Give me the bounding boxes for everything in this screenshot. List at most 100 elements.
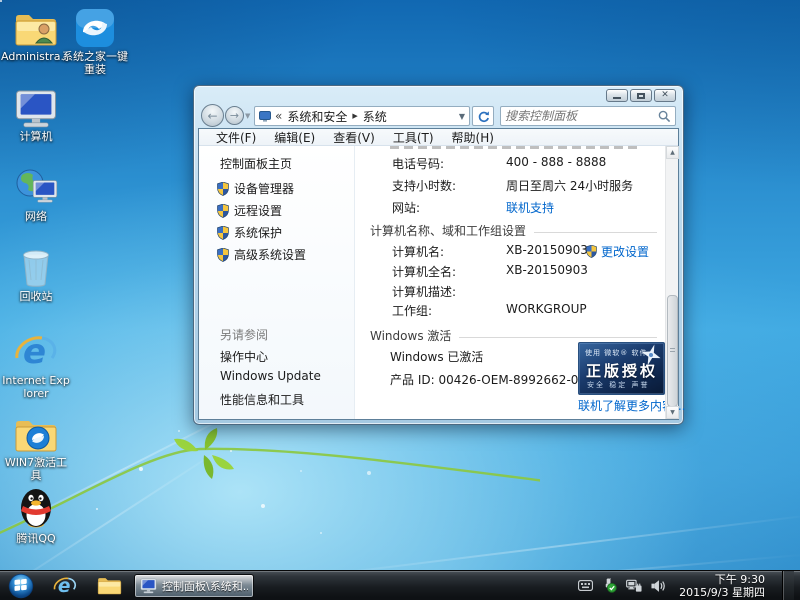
menu-tools[interactable]: 工具(T) [384, 129, 443, 146]
computer-name-value: XB-20150903 [506, 243, 588, 257]
onekey-app-icon [60, 4, 130, 48]
desktop-icon-label: 网络 [1, 210, 71, 223]
desktop-icon-label: Internet Explorer [1, 374, 71, 400]
activation-status: Windows 已激活 [390, 348, 483, 365]
sidebar-item-device-manager[interactable]: 设备管理器 [217, 180, 294, 197]
breadcrumb-dropdown-icon[interactable]: ▼ [459, 112, 465, 121]
control-panel-sidebar: 控制面板主页 设备管理器 远程设置 系统保护 高级系统设置 另请参阅 [199, 146, 355, 419]
maximize-icon [637, 93, 645, 99]
wallpaper-sparkles [0, 0, 2, 2]
qq-penguin-icon [1, 486, 71, 530]
workgroup-value: WORKGROUP [506, 302, 587, 316]
network-status-icon[interactable] [626, 579, 642, 593]
desktop-icon-network[interactable]: 网络 [1, 164, 71, 223]
minimize-button[interactable] [606, 89, 628, 102]
uac-shield-icon [586, 245, 597, 258]
system-page-icon [259, 111, 271, 122]
clock-date: 2015/9/3 星期四 [679, 586, 765, 599]
search-input[interactable] [505, 109, 658, 123]
search-icon [658, 110, 671, 123]
forward-button[interactable]: → [225, 106, 244, 125]
sidebar-item-label: 远程设置 [234, 202, 282, 219]
desktop-icon-recycle-bin[interactable]: 回收站 [1, 244, 71, 303]
sidebar-item-control-panel-home[interactable]: 控制面板主页 [220, 155, 292, 172]
sidebar-item-label: 系统保护 [234, 224, 282, 241]
desktop-icon-label: 计算机 [1, 130, 71, 143]
online-support-link[interactable]: 联机支持 [506, 199, 554, 216]
desktop-icon-label: 系统之家一键重装 [60, 50, 130, 76]
sidebar-item-action-center[interactable]: 操作中心 [220, 348, 268, 365]
breadcrumb-separator-icon: ▶ [352, 112, 357, 120]
refresh-button[interactable] [472, 106, 494, 126]
recent-pages-dropdown[interactable]: ▼ [245, 112, 250, 120]
taskbar-clock[interactable]: 下午 9:30 2015/9/3 星期四 [675, 573, 773, 599]
sidebar-item-windows-update[interactable]: Windows Update [220, 369, 321, 383]
system-info-panel: 电话号码: 400 - 888 - 8888 支持小时数: 周日至周六 24小时… [356, 146, 665, 419]
address-breadcrumb[interactable]: « 系统和安全 ▶ 系统 ▼ [254, 106, 470, 126]
desktop-icon-label: 腾讯QQ [1, 532, 71, 545]
desktop-icon-label: WIN7激活工具 [1, 456, 71, 482]
refresh-icon [477, 110, 490, 123]
uac-shield-icon [217, 204, 229, 218]
change-settings-link[interactable]: 更改设置 [586, 243, 649, 260]
folder-icon [97, 575, 122, 596]
sidebar-item-remote-settings[interactable]: 远程设置 [217, 202, 282, 219]
scroll-down-button[interactable]: ▼ [666, 406, 679, 419]
sidebar-item-advanced-system-settings[interactable]: 高级系统设置 [217, 246, 306, 263]
taskbar-explorer-button[interactable] [92, 573, 126, 599]
menu-bar: 文件(F) 编辑(E) 查看(V) 工具(T) 帮助(H) [199, 129, 678, 146]
scrollbar-thumb[interactable] [667, 295, 678, 407]
taskbar-task-control-panel-system[interactable]: 控制面板\系统和... [134, 574, 254, 598]
computer-fullname-value: XB-20150903 [506, 263, 588, 277]
navigation-bar: ← → ▼ « 系统和安全 ▶ 系统 ▼ [194, 104, 683, 128]
system-control-panel-window: ✕ ← → ▼ « 系统和安全 ▶ 系统 ▼ [193, 85, 684, 425]
desktop-icon-win7-activation-tool[interactable]: WIN7激活工具 [1, 410, 71, 482]
scrollbar-grip [670, 348, 675, 354]
task-label: 控制面板\系统和... [162, 578, 248, 594]
maximize-button[interactable] [630, 89, 652, 102]
breadcrumb-item-system[interactable]: 系统 [363, 108, 387, 125]
phone-value: 400 - 888 - 8888 [506, 155, 606, 169]
input-method-icon[interactable] [578, 580, 593, 591]
system-window-icon [140, 578, 157, 594]
vertical-scrollbar[interactable]: ▲ ▼ [665, 146, 678, 419]
sidebar-item-system-protection[interactable]: 系统保护 [217, 224, 282, 241]
desktop-icon-onekey-reinstall[interactable]: 系统之家一键重装 [60, 4, 130, 76]
desktop-icon-computer[interactable]: 计算机 [1, 84, 71, 143]
breadcrumb-prefix[interactable]: « [275, 109, 282, 123]
minimize-icon [613, 97, 621, 99]
support-hours-label: 支持小时数: [392, 177, 456, 194]
desktop: Administra... 系统之家一键重装 计算机 网络 [0, 0, 800, 600]
genuine-microsoft-badge[interactable]: 使用 微软® 软件 正版授权 安全 稳定 声誉 [578, 342, 665, 395]
sidebar-item-label: 设备管理器 [234, 180, 294, 197]
scroll-up-button[interactable]: ▲ [666, 146, 679, 159]
clipped-text-row [390, 146, 640, 149]
sidebar-item-performance-tools[interactable]: 性能信息和工具 [220, 391, 304, 408]
breadcrumb-item-security[interactable]: 系统和安全 [287, 108, 347, 125]
close-button[interactable]: ✕ [654, 89, 676, 102]
badge-bottom-text: 安全 稳定 声誉 [587, 380, 649, 390]
window-client-area: 文件(F) 编辑(E) 查看(V) 工具(T) 帮助(H) 控制面板主页 设备管… [198, 128, 679, 420]
show-desktop-button[interactable] [782, 571, 794, 600]
search-box[interactable] [500, 106, 676, 126]
support-hours-value: 周日至周六 24小时服务 [506, 177, 633, 194]
badge-main-text: 正版授权 [586, 360, 658, 381]
start-button[interactable] [4, 573, 38, 599]
taskbar-ie-button[interactable]: e [48, 573, 82, 599]
wallpaper-vine [0, 425, 540, 575]
close-icon: ✕ [661, 91, 669, 100]
menu-help[interactable]: 帮助(H) [443, 129, 503, 146]
desktop-icon-qq[interactable]: 腾讯QQ [1, 486, 71, 545]
activation-folder-icon [1, 410, 71, 454]
computer-name-label: 计算机名: [392, 243, 444, 260]
menu-file[interactable]: 文件(F) [207, 129, 265, 146]
safely-remove-hardware-icon[interactable] [602, 578, 617, 593]
ie-icon: e [53, 574, 77, 597]
volume-icon[interactable] [651, 579, 666, 593]
desktop-icon-label: 回收站 [1, 290, 71, 303]
see-also-header: 另请参阅 [220, 326, 268, 343]
back-button[interactable]: ← [201, 104, 224, 127]
menu-edit[interactable]: 编辑(E) [265, 129, 324, 146]
desktop-icon-internet-explorer[interactable]: e Internet Explorer [1, 328, 71, 400]
menu-view[interactable]: 查看(V) [324, 129, 384, 146]
